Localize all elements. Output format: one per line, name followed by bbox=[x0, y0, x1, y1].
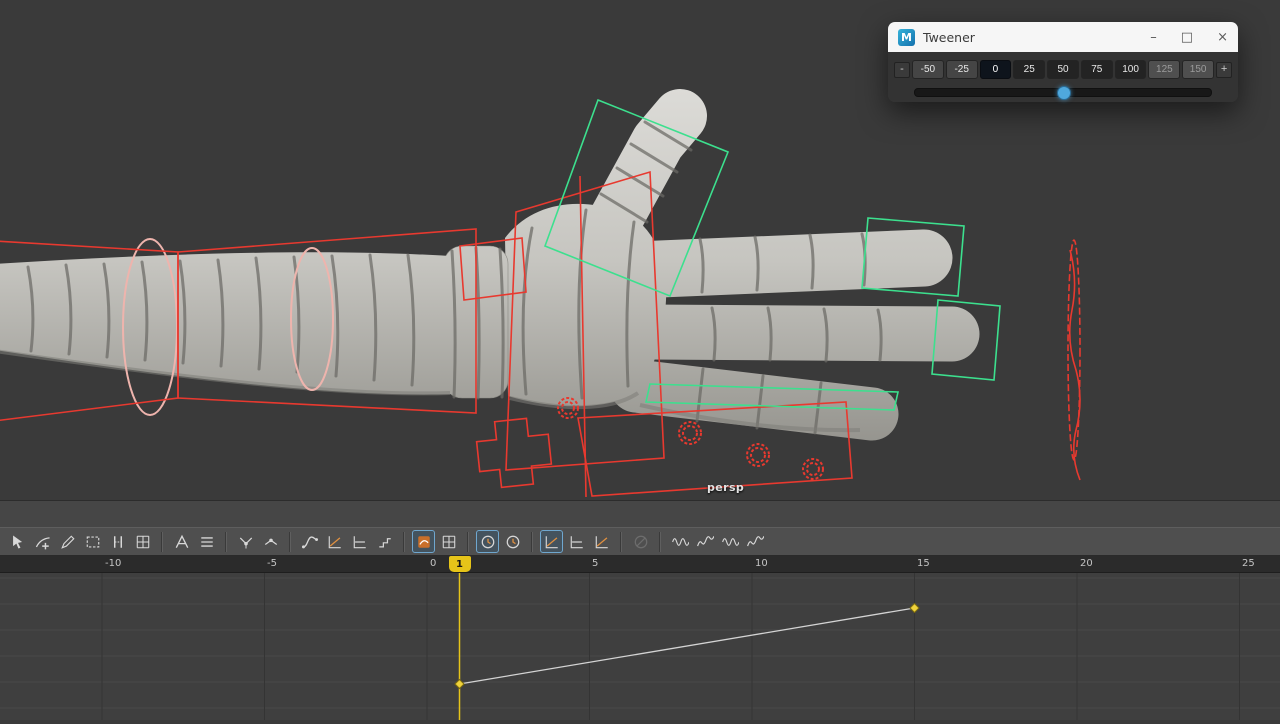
horizontal-gridlines bbox=[0, 577, 1280, 709]
maximize-icon[interactable]: □ bbox=[1181, 31, 1193, 44]
current-frame-label: 1 bbox=[456, 558, 463, 570]
pencil-curve-tool-icon[interactable] bbox=[56, 530, 79, 553]
post-infinity-cycle-icon[interactable] bbox=[718, 530, 741, 553]
spline-tangents-icon[interactable] bbox=[298, 530, 321, 553]
window-controls: – □ × bbox=[1150, 31, 1228, 44]
region-keys-tool-icon[interactable] bbox=[81, 530, 104, 553]
value-snap-toggle-icon[interactable] bbox=[501, 530, 524, 553]
graph-editor-canvas[interactable] bbox=[0, 573, 1280, 720]
toolbar-separator bbox=[620, 531, 622, 552]
ruler-tick-label: 25 bbox=[1242, 558, 1255, 569]
middle-finger-mesh[interactable] bbox=[620, 304, 980, 362]
tweener-titlebar[interactable]: M Tweener – □ × bbox=[888, 22, 1238, 52]
toolbar-separator bbox=[289, 531, 291, 552]
tween-value-button-neg-25[interactable]: -25 bbox=[945, 60, 978, 79]
tween-slider-handle[interactable] bbox=[1057, 86, 1071, 100]
ruler-tick-label: 10 bbox=[755, 558, 768, 569]
graph-editor-toolbar bbox=[0, 527, 1280, 556]
perspective-viewport[interactable]: persp M Tweener – □ × - -50 -25 0 25 50 … bbox=[0, 0, 1280, 500]
insert-keys-tool-icon[interactable] bbox=[31, 530, 54, 553]
curve-graph bbox=[0, 573, 1280, 720]
tween-slider[interactable] bbox=[914, 86, 1212, 100]
tween-value-button-75[interactable]: 75 bbox=[1080, 60, 1113, 79]
current-frame-marker[interactable]: 1 bbox=[448, 556, 471, 572]
tweener-body: - -50 -25 0 25 50 75 100 125 150 + bbox=[888, 52, 1238, 102]
animation-curve[interactable] bbox=[459, 607, 915, 685]
toolbar-separator bbox=[225, 531, 227, 552]
plus-control[interactable] bbox=[475, 416, 554, 489]
pre-infinity-cycle-icon[interactable] bbox=[668, 530, 691, 553]
tweener-window: M Tweener – □ × - -50 -25 0 25 50 75 100… bbox=[888, 22, 1238, 102]
post-infinity-cycle-offset-icon[interactable] bbox=[743, 530, 766, 553]
vertical-gridlines bbox=[101, 573, 1240, 720]
curve-spreadsheet-toggle-icon[interactable] bbox=[437, 530, 460, 553]
toolbar-separator bbox=[659, 531, 661, 552]
panel-divider bbox=[0, 500, 1280, 527]
display-curve-values-toggle-icon[interactable] bbox=[590, 530, 613, 553]
step-tangents-icon[interactable] bbox=[373, 530, 396, 553]
minimize-icon[interactable]: – bbox=[1150, 31, 1157, 44]
flat-tangents-icon[interactable] bbox=[348, 530, 371, 553]
linear-tangents-icon[interactable] bbox=[323, 530, 346, 553]
index-finger-mesh[interactable] bbox=[607, 229, 953, 299]
keyframe-diamond[interactable] bbox=[454, 678, 465, 690]
tween-value-button-125[interactable]: 125 bbox=[1148, 60, 1181, 79]
tween-decrement-button[interactable]: - bbox=[894, 61, 910, 78]
ruler-tick-label: 5 bbox=[592, 558, 599, 569]
break-tangents-icon[interactable] bbox=[234, 530, 257, 553]
show-results-toggle-icon[interactable] bbox=[629, 530, 652, 553]
display-infinity-toggle-icon[interactable] bbox=[540, 530, 563, 553]
tween-value-button-100[interactable]: 100 bbox=[1114, 60, 1147, 79]
display-buffer-curves-toggle-icon[interactable] bbox=[565, 530, 588, 553]
toolbar-separator bbox=[161, 531, 163, 552]
maya-logo-icon: M bbox=[898, 28, 915, 46]
ruler-tick-label: 0 bbox=[430, 558, 437, 569]
tweener-title: Tweener bbox=[923, 29, 975, 45]
pre-infinity-cycle-offset-icon[interactable] bbox=[693, 530, 716, 553]
tween-value-button-neg-50[interactable]: -50 bbox=[912, 60, 944, 79]
timeline-ruler[interactable]: -10 -5 0 5 10 15 20 25 1 bbox=[0, 556, 1280, 573]
tween-value-button-50[interactable]: 50 bbox=[1047, 60, 1079, 79]
toolbar-separator bbox=[531, 531, 533, 552]
tween-value-button-25[interactable]: 25 bbox=[1013, 60, 1046, 79]
tween-increment-button[interactable]: + bbox=[1216, 61, 1233, 78]
move-keys-tool-icon[interactable] bbox=[6, 530, 29, 553]
ruler-tick-label: -10 bbox=[105, 558, 122, 569]
close-icon[interactable]: × bbox=[1217, 31, 1228, 44]
ruler-tick-label: 15 bbox=[917, 558, 930, 569]
tween-value-button-150[interactable]: 150 bbox=[1182, 60, 1215, 79]
toolbar-separator bbox=[467, 531, 469, 552]
ik-wrist-control-curve[interactable] bbox=[1067, 239, 1081, 481]
lattice-deform-keys-tool-icon[interactable] bbox=[131, 530, 154, 553]
tween-value-row: - -50 -25 0 25 50 75 100 125 150 + bbox=[888, 52, 1238, 79]
retime-tool-icon[interactable] bbox=[106, 530, 129, 553]
ruler-tick-label: -5 bbox=[267, 558, 277, 569]
ruler-tick-label: 20 bbox=[1080, 558, 1093, 569]
absolute-view-toggle-icon[interactable] bbox=[170, 530, 193, 553]
tween-value-button-0[interactable]: 0 bbox=[979, 60, 1012, 79]
unify-tangents-icon[interactable] bbox=[259, 530, 282, 553]
toolbar-separator bbox=[403, 531, 405, 552]
stacked-view-toggle-icon[interactable] bbox=[195, 530, 218, 553]
keyframe-diamond[interactable] bbox=[909, 602, 920, 614]
camera-name-label: persp bbox=[707, 481, 745, 494]
isolate-curve-toggle-icon[interactable] bbox=[412, 530, 435, 553]
time-snap-toggle-icon[interactable] bbox=[476, 530, 499, 553]
palm-mesh[interactable] bbox=[505, 203, 667, 407]
